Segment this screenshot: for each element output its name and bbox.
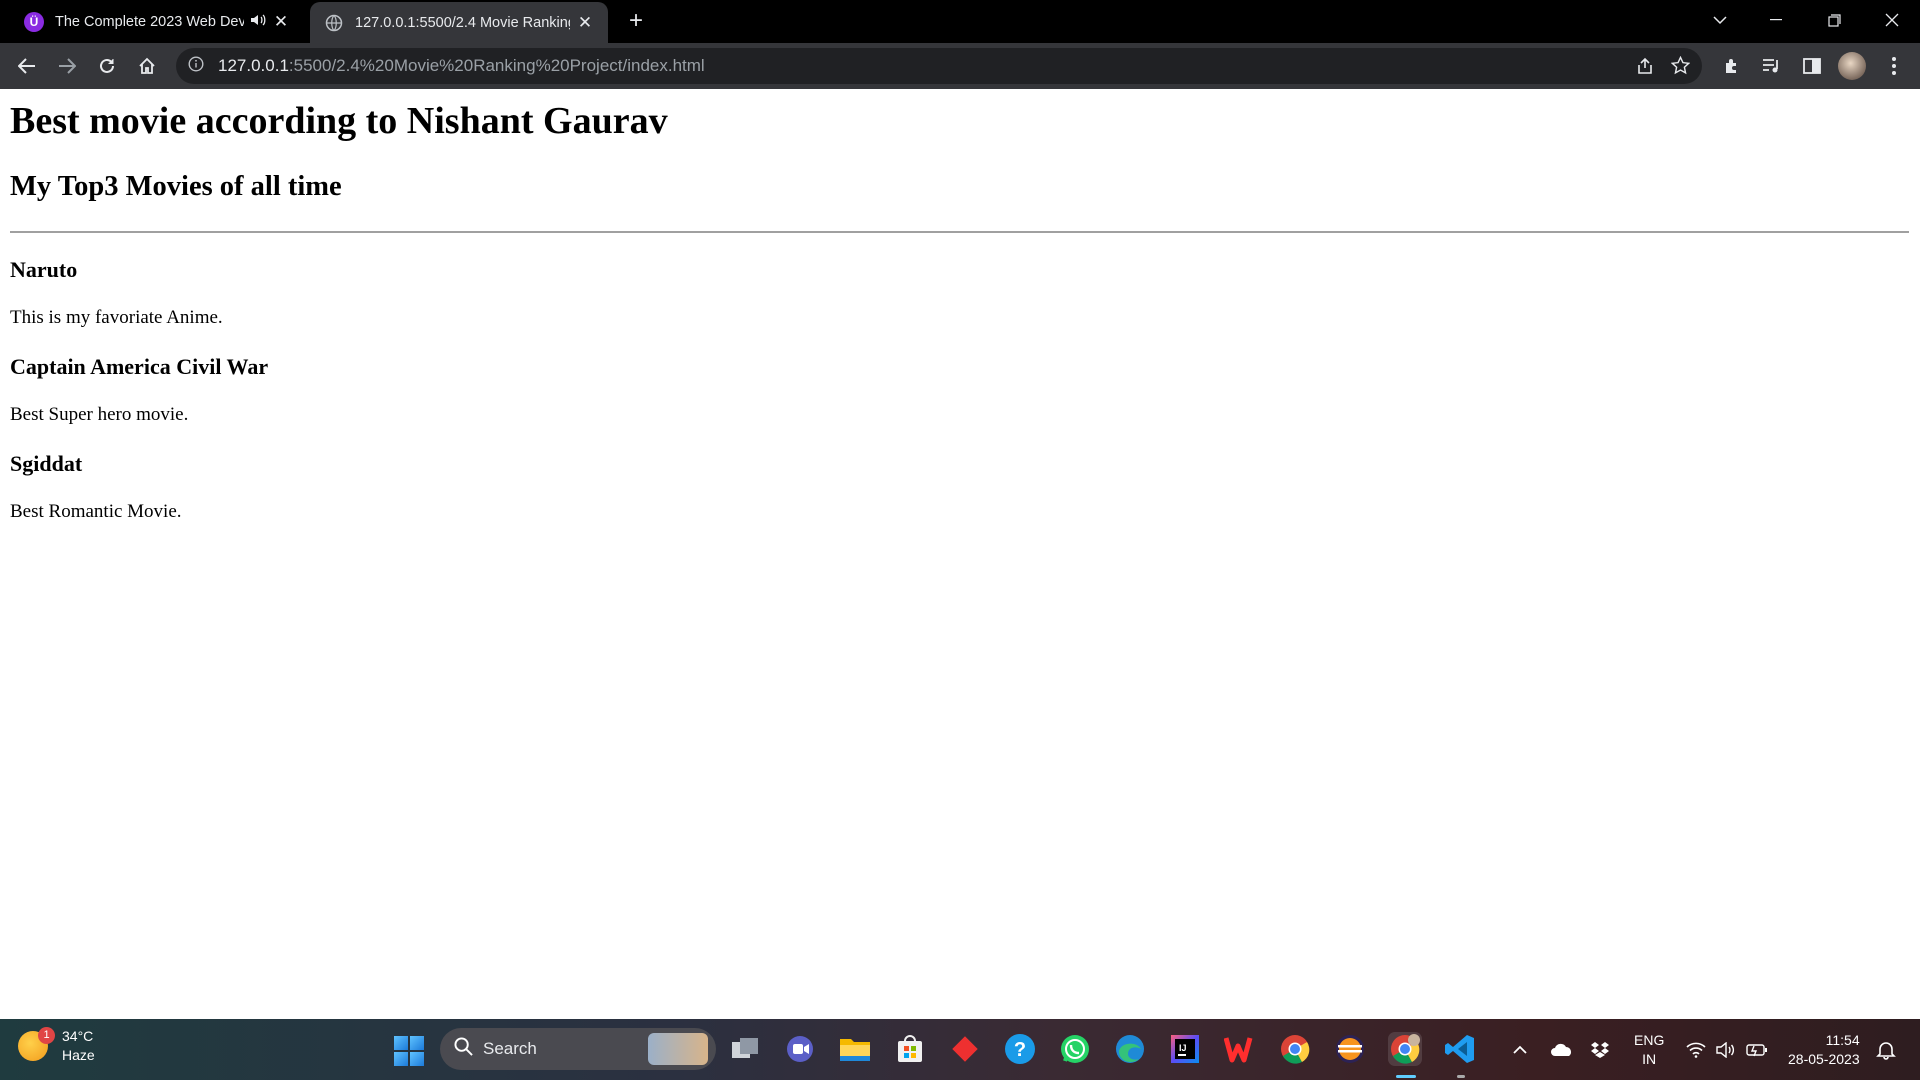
side-panel-icon[interactable] bbox=[1797, 51, 1827, 81]
edge-icon[interactable] bbox=[1113, 1032, 1147, 1066]
new-tab-button[interactable]: + bbox=[622, 8, 650, 36]
page-title: Best movie according to Nishant Gaurav bbox=[10, 100, 668, 142]
movie-description: This is my favoriate Anime. bbox=[10, 307, 223, 328]
eclipse-icon[interactable] bbox=[1333, 1032, 1367, 1066]
chrome-icon[interactable] bbox=[1278, 1032, 1312, 1066]
battery-icon[interactable] bbox=[1746, 1019, 1768, 1080]
tab-movie-ranking[interactable]: 127.0.0.1:5500/2.4 Movie Ranking ✕ bbox=[310, 2, 608, 43]
meet-icon[interactable] bbox=[783, 1032, 817, 1066]
media-playlist-icon[interactable] bbox=[1757, 51, 1787, 81]
task-view-icon[interactable] bbox=[728, 1032, 762, 1066]
speaker-icon[interactable] bbox=[250, 13, 266, 30]
whatsapp-icon[interactable] bbox=[1058, 1032, 1092, 1066]
active-app-indicator bbox=[1396, 1075, 1416, 1078]
weather-condition: Haze bbox=[62, 1047, 95, 1063]
extensions-icon[interactable] bbox=[1717, 51, 1747, 81]
tab-search-icon[interactable] bbox=[1692, 0, 1748, 40]
search-icon bbox=[454, 1037, 473, 1061]
store-icon[interactable] bbox=[893, 1032, 927, 1066]
profile-avatar[interactable] bbox=[1837, 51, 1867, 81]
share-icon[interactable] bbox=[1636, 57, 1654, 80]
language-region: IN bbox=[1642, 1050, 1657, 1067]
weather-temperature: 34°C bbox=[62, 1028, 94, 1044]
language-code: ENG bbox=[1634, 1031, 1665, 1048]
udemy-icon: Ü bbox=[24, 11, 44, 32]
search-highlight-icon bbox=[648, 1033, 708, 1065]
movie-description: Best Super hero movie. bbox=[10, 404, 189, 425]
onedrive-cloud-icon[interactable] bbox=[1550, 1019, 1574, 1080]
divider bbox=[10, 231, 1909, 233]
movie-description: Best Romantic Movie. bbox=[10, 501, 182, 522]
language-indicator[interactable]: ENG IN bbox=[1634, 1019, 1664, 1080]
minimize-icon[interactable] bbox=[1748, 0, 1804, 40]
globe-icon bbox=[324, 13, 344, 33]
url-text: 127.0.0.1:5500/2.4%20Movie%20Ranking%20P… bbox=[218, 56, 705, 76]
notification-badge: 1 bbox=[38, 1027, 55, 1044]
menu-kebab-icon[interactable] bbox=[1879, 51, 1909, 81]
close-tab-icon[interactable]: ✕ bbox=[576, 13, 594, 33]
git-icon[interactable] bbox=[948, 1032, 982, 1066]
movie-title: Sgiddat bbox=[10, 451, 83, 476]
svg-text:?: ? bbox=[1014, 1039, 1026, 1061]
close-tab-icon[interactable]: ✕ bbox=[272, 12, 290, 32]
vscode-icon[interactable] bbox=[1443, 1032, 1477, 1066]
weather-haze-icon: 1 bbox=[18, 1027, 55, 1061]
url-path: :5500/2.4%20Movie%20Ranking%20Project/in… bbox=[288, 56, 705, 75]
tab-udemy[interactable]: Ü The Complete 2023 Web Dev ✕ bbox=[12, 0, 302, 43]
file-explorer-icon[interactable] bbox=[838, 1032, 872, 1066]
web-page: Best movie according to Nishant Gaurav M… bbox=[0, 89, 1920, 1019]
url-host: 127.0.0.1 bbox=[218, 56, 289, 75]
weather-widget[interactable]: 1 34°C Haze bbox=[18, 1027, 95, 1065]
movie-title: Naruto bbox=[10, 257, 78, 282]
windows-start-icon[interactable] bbox=[394, 1036, 424, 1066]
close-window-icon[interactable] bbox=[1864, 0, 1920, 40]
wps-icon[interactable] bbox=[1223, 1032, 1257, 1066]
taskbar-search[interactable]: Search bbox=[440, 1028, 716, 1070]
wifi-icon[interactable] bbox=[1686, 1019, 1706, 1080]
volume-icon[interactable] bbox=[1716, 1019, 1736, 1080]
forward-arrow-icon[interactable] bbox=[52, 51, 82, 81]
system-clock[interactable]: 11:54 28-05-2023 bbox=[1788, 1019, 1860, 1080]
movie-title: Captain America Civil War bbox=[10, 354, 269, 379]
browser-toolbar: 127.0.0.1:5500/2.4%20Movie%20Ranking%20P… bbox=[0, 43, 1920, 89]
running-app-indicator bbox=[1457, 1075, 1465, 1078]
clock-date: 28-05-2023 bbox=[1788, 1050, 1860, 1067]
bookmark-star-icon[interactable] bbox=[1670, 55, 1691, 80]
svg-text:IJ: IJ bbox=[1179, 1043, 1187, 1053]
dropbox-icon[interactable] bbox=[1590, 1019, 1610, 1080]
help-icon[interactable]: ? bbox=[1003, 1032, 1037, 1066]
page-subtitle: My Top3 Movies of all time bbox=[10, 171, 342, 202]
clock-time: 11:54 bbox=[1825, 1031, 1860, 1048]
back-arrow-icon[interactable] bbox=[12, 51, 42, 81]
home-icon[interactable] bbox=[132, 51, 162, 81]
intellij-icon[interactable]: IJ bbox=[1168, 1032, 1202, 1066]
windows-taskbar: 1 34°C Haze Search ? IJ ENG IN 11:54 28-… bbox=[0, 1019, 1920, 1080]
notification-bell-icon[interactable] bbox=[1876, 1019, 1896, 1080]
tab-title: 127.0.0.1:5500/2.4 Movie Ranking bbox=[355, 14, 570, 31]
site-info-icon[interactable] bbox=[188, 55, 206, 77]
show-hidden-icons-chevron-icon[interactable] bbox=[1512, 1019, 1528, 1080]
reload-icon[interactable] bbox=[92, 51, 122, 81]
search-label: Search bbox=[483, 1039, 537, 1058]
tab-title: The Complete 2023 Web Dev bbox=[55, 13, 244, 30]
tab-strip: Ü The Complete 2023 Web Dev ✕ 127.0.0.1:… bbox=[0, 0, 1920, 43]
restore-icon[interactable] bbox=[1806, 0, 1862, 40]
address-bar[interactable]: 127.0.0.1:5500/2.4%20Movie%20Ranking%20P… bbox=[176, 48, 1702, 84]
chrome-profile-icon[interactable] bbox=[1388, 1032, 1422, 1066]
